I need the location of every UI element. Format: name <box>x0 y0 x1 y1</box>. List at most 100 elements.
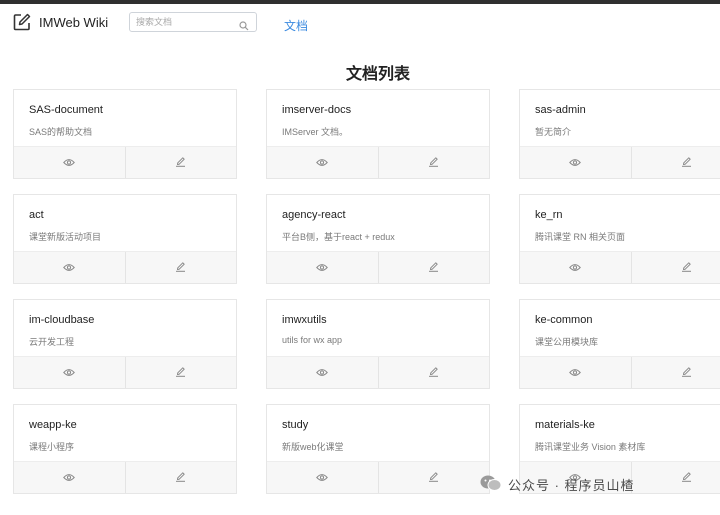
edit-button[interactable] <box>126 147 237 178</box>
doc-card-actions <box>14 251 236 283</box>
doc-card-description: 课程小程序 <box>29 442 75 452</box>
doc-card-description: 课堂新版活动项目 <box>29 232 102 242</box>
doc-card-name[interactable]: act <box>29 209 44 221</box>
edit-button[interactable] <box>632 462 720 493</box>
edit-button[interactable] <box>379 252 490 283</box>
edit-square-icon <box>13 13 31 31</box>
pencil-icon <box>428 364 439 382</box>
page-title: 文档列表 <box>345 66 410 83</box>
eye-icon <box>316 469 329 487</box>
doc-card-name[interactable]: weapp-ke <box>29 419 77 431</box>
edit-button[interactable] <box>126 462 237 493</box>
edit-button[interactable] <box>632 252 720 283</box>
eye-icon <box>569 364 582 382</box>
doc-card[interactable]: study 新版web化课堂 <box>266 404 490 494</box>
search-icon[interactable] <box>239 18 249 36</box>
doc-card-actions <box>520 251 720 283</box>
doc-card-description: 课堂公用模块库 <box>535 337 599 347</box>
doc-card-name[interactable]: study <box>282 419 308 431</box>
watermark: 公众号 · 程序员山楂 <box>480 474 635 495</box>
view-button[interactable] <box>14 147 126 178</box>
pencil-icon <box>428 154 439 172</box>
view-button[interactable] <box>520 147 632 178</box>
eye-icon <box>63 259 76 277</box>
pencil-icon <box>681 469 692 487</box>
doc-card-name[interactable]: imserver-docs <box>282 104 351 116</box>
doc-card[interactable]: im-cloudbase 云开发工程 <box>13 299 237 389</box>
view-button[interactable] <box>14 462 126 493</box>
edit-button[interactable] <box>632 147 720 178</box>
pencil-icon <box>681 259 692 277</box>
doc-card-actions <box>267 251 489 283</box>
search-input[interactable] <box>136 17 236 27</box>
doc-card[interactable]: imserver-docs IMServer 文档。 <box>266 89 490 179</box>
doc-card-actions <box>520 356 720 388</box>
view-button[interactable] <box>520 252 632 283</box>
doc-card-description: SAS的帮助文档 <box>29 127 93 137</box>
edit-button[interactable] <box>379 357 490 388</box>
doc-card-description: 新版web化课堂 <box>282 442 344 452</box>
doc-card-description: 暂无简介 <box>535 127 572 137</box>
wechat-icon <box>480 474 502 495</box>
doc-card-description: IMServer 文档。 <box>282 127 349 137</box>
doc-card-name[interactable]: ke-common <box>535 314 592 326</box>
doc-card-name[interactable]: materials-ke <box>535 419 595 431</box>
edit-button[interactable] <box>379 462 490 493</box>
doc-card[interactable]: act 课堂新版活动项目 <box>13 194 237 284</box>
search-box <box>129 12 257 32</box>
view-button[interactable] <box>14 252 126 283</box>
view-button[interactable] <box>267 462 379 493</box>
view-button[interactable] <box>267 147 379 178</box>
brand[interactable]: IMWeb Wiki <box>13 13 108 31</box>
edit-button[interactable] <box>126 252 237 283</box>
edit-button[interactable] <box>632 357 720 388</box>
doc-card-actions <box>14 461 236 493</box>
eye-icon <box>316 259 329 277</box>
eye-icon <box>569 259 582 277</box>
doc-card[interactable]: weapp-ke 课程小程序 <box>13 404 237 494</box>
pencil-icon <box>681 364 692 382</box>
eye-icon <box>63 364 76 382</box>
view-button[interactable] <box>267 357 379 388</box>
doc-card-actions <box>520 146 720 178</box>
doc-card-description: 平台B侧，基于react + redux <box>282 232 395 242</box>
nav-link-docs[interactable]: 文档 <box>284 17 308 34</box>
doc-card-description: utils for wx app <box>282 335 343 345</box>
pencil-icon <box>175 154 186 172</box>
doc-card-name[interactable]: im-cloudbase <box>29 314 94 326</box>
doc-card-name[interactable]: ke_rn <box>535 209 563 221</box>
pencil-icon <box>681 154 692 172</box>
pencil-icon <box>175 259 186 277</box>
pencil-icon <box>428 259 439 277</box>
doc-card[interactable]: ke-common 课堂公用模块库 <box>519 299 720 389</box>
doc-card-actions <box>14 146 236 178</box>
view-button[interactable] <box>520 357 632 388</box>
pencil-icon <box>175 364 186 382</box>
header: IMWeb Wiki 文档 <box>0 4 720 40</box>
eye-icon <box>63 469 76 487</box>
doc-card[interactable]: SAS-document SAS的帮助文档 <box>13 89 237 179</box>
watermark-text: 公众号 · 程序员山楂 <box>508 478 635 493</box>
edit-button[interactable] <box>126 357 237 388</box>
doc-card[interactable]: ke_rn 腾讯课堂 RN 相关页面 <box>519 194 720 284</box>
eye-icon <box>316 364 329 382</box>
eye-icon <box>63 154 76 172</box>
doc-card-name[interactable]: sas-admin <box>535 104 586 116</box>
doc-card-actions <box>267 146 489 178</box>
doc-card-description: 腾讯课堂业务 Vision 素材库 <box>535 442 646 452</box>
eye-icon <box>569 154 582 172</box>
eye-icon <box>316 154 329 172</box>
doc-card[interactable]: sas-admin 暂无简介 <box>519 89 720 179</box>
doc-card-name[interactable]: SAS-document <box>29 104 103 116</box>
view-button[interactable] <box>14 357 126 388</box>
doc-card-name[interactable]: agency-react <box>282 209 346 221</box>
doc-card[interactable]: imwxutils utils for wx app <box>266 299 490 389</box>
doc-card-name[interactable]: imwxutils <box>282 314 327 326</box>
edit-button[interactable] <box>379 147 490 178</box>
doc-card-actions <box>14 356 236 388</box>
pencil-icon <box>175 469 186 487</box>
view-button[interactable] <box>267 252 379 283</box>
doc-card-actions <box>267 461 489 493</box>
doc-card-description: 云开发工程 <box>29 337 75 347</box>
doc-card[interactable]: agency-react 平台B侧，基于react + redux <box>266 194 490 284</box>
